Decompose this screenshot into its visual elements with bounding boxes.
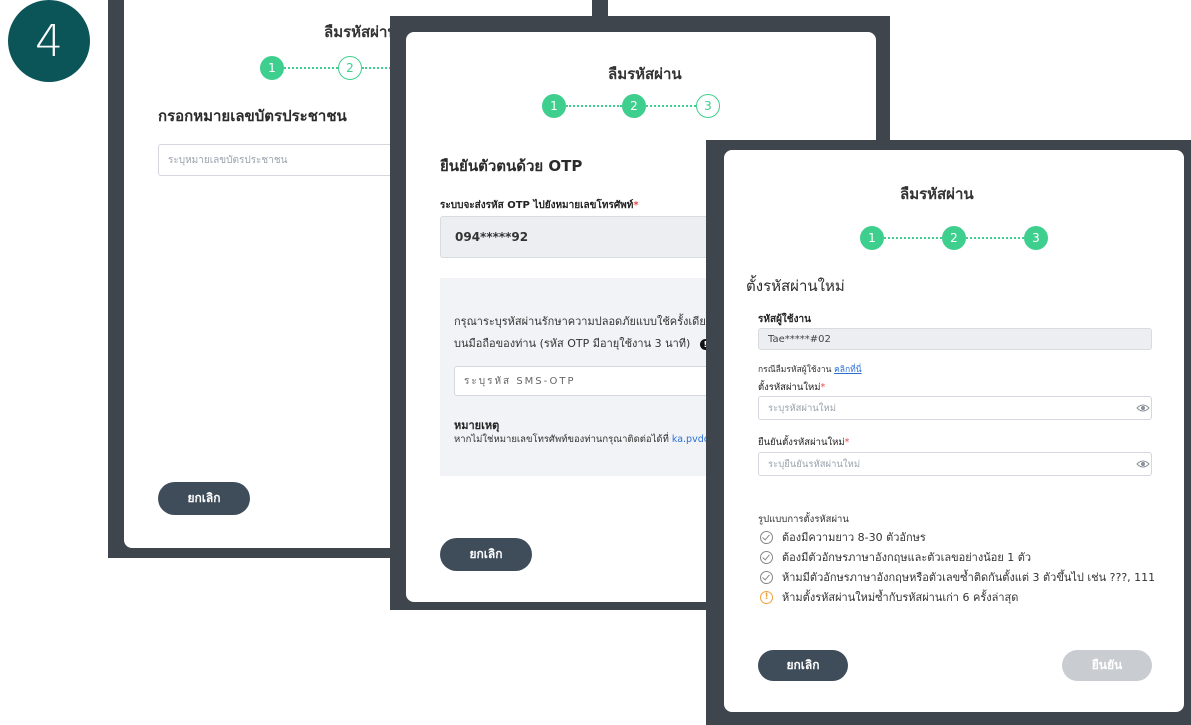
check-circle-icon xyxy=(760,570,773,584)
confirm-button[interactable]: ยืนยัน xyxy=(1062,650,1152,681)
new-password-input[interactable]: ระบุรหัสผ่านใหม่ xyxy=(758,396,1152,420)
section-heading: ยืนยันตัวตนด้วย OTP xyxy=(440,157,583,175)
stepper: 1 2 3 xyxy=(542,94,720,118)
step-connector xyxy=(884,237,942,239)
step-connector xyxy=(566,105,622,107)
phone-label: ระบบจะส่งรหัส OTP ไปยังหมายเลขโทรศัพท์* xyxy=(440,200,639,211)
stepper: 1 2 3 xyxy=(860,226,1048,250)
screenshot-3: ลืมรหัสผ่าน 1 2 3 ตั้งรหัสผ่านใหม่ รหัสผ… xyxy=(706,140,1191,725)
cancel-button[interactable]: ยกเลิก xyxy=(758,650,848,681)
check-circle-icon xyxy=(760,550,773,564)
rule-history: ! ห้ามตั้งรหัสผ่านใหม่ซ้ำกับรหัสผ่านเก่า … xyxy=(760,588,1018,606)
confirm-password-input[interactable]: ระบุยืนยันรหัสผ่านใหม่ xyxy=(758,452,1152,476)
warning-icon: ! xyxy=(760,590,773,604)
stepper: 1 2 xyxy=(260,56,402,80)
step-2: 2 xyxy=(942,226,966,250)
section-heading: กรอกหมายเลขบัตรประชาชน xyxy=(158,107,347,125)
page-title: ลืมรหัสผ่าน xyxy=(608,65,682,83)
step-1: 1 xyxy=(542,94,566,118)
step-1: 1 xyxy=(260,56,284,80)
eye-icon[interactable] xyxy=(1136,403,1150,413)
rule-no-repeat: ห้ามมีตัวอักษรภาษาอังกฤษหรือตัวเลขซ้ำติด… xyxy=(760,568,1155,586)
page-title: ลืมรหัสผ่าน xyxy=(900,185,974,203)
note-text: หากไม่ใช่หมายเลขโทรศัพท์ของท่านกรุณาติดต… xyxy=(454,434,738,445)
check-circle-icon xyxy=(760,530,773,544)
new-password-label: ตั้งรหัสผ่านใหม่* xyxy=(758,382,826,393)
step-connector xyxy=(966,237,1024,239)
click-here-link[interactable]: คลิกที่นี่ xyxy=(834,365,861,375)
otp-info-line-1: กรุณาระบุรหัสผ่านรักษาความปลอดภัยแบบใช้ค… xyxy=(454,315,737,328)
step-connector xyxy=(284,67,338,69)
section-heading: ตั้งรหัสผ่านใหม่ xyxy=(746,277,845,295)
cancel-button[interactable]: ยกเลิก xyxy=(158,482,250,515)
step-3: 3 xyxy=(1024,226,1048,250)
card-3: ลืมรหัสผ่าน 1 2 3 ตั้งรหัสผ่านใหม่ รหัสผ… xyxy=(724,150,1184,712)
otp-info-line-2: บนมือถือของท่าน (รหัส OTP มีอายุใช้งาน 3… xyxy=(454,334,711,352)
step-3: 3 xyxy=(696,94,720,118)
step-2: 2 xyxy=(622,94,646,118)
step-1: 1 xyxy=(860,226,884,250)
step-connector xyxy=(646,105,696,107)
step-number-badge: 4 xyxy=(8,0,90,82)
rules-title: รูปแบบการตั้งรหัสผ่าน xyxy=(758,514,849,525)
rule-alphanumeric: ต้องมีตัวอักษรภาษาอังกฤษและตัวเลขอย่างน้… xyxy=(760,548,1031,566)
username-field: Tae*****#02 xyxy=(758,328,1152,350)
eye-icon[interactable] xyxy=(1136,459,1150,469)
rule-length: ต้องมีความยาว 8-30 ตัวอักษร xyxy=(760,528,926,546)
page-title: ลืมรหัสผ่าน xyxy=(324,23,398,41)
step-2: 2 xyxy=(338,56,362,80)
forgot-username: กรณีลืมรหัสผู้ใช้งาน คลิกที่นี่ xyxy=(758,365,862,375)
username-label: รหัสผู้ใช้งาน xyxy=(758,314,811,325)
confirm-password-label: ยืนยันตั้งรหัสผ่านใหม่* xyxy=(758,437,850,448)
cancel-button[interactable]: ยกเลิก xyxy=(440,538,532,571)
